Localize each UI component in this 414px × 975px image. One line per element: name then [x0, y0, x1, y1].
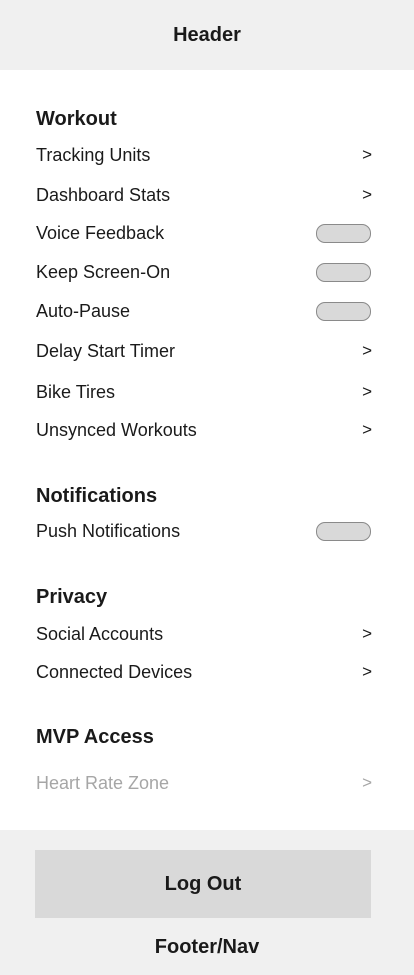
setting-bike-tires[interactable]: Bike Tires > [36, 380, 372, 404]
footer-bar: Log Out Footer/Nav [0, 830, 414, 975]
setting-label: Delay Start Timer [36, 340, 176, 361]
chevron-right-icon: > [362, 624, 372, 643]
setting-label: Dashboard Stats [36, 184, 171, 205]
setting-label: Social Accounts [36, 623, 164, 644]
section-title-privacy: Privacy [36, 586, 108, 608]
setting-label: Push Notifications [36, 520, 181, 541]
setting-tracking-units[interactable]: Tracking Units > [36, 143, 372, 167]
setting-label: Voice Feedback [36, 222, 165, 243]
voice-feedback-toggle[interactable] [316, 223, 371, 243]
setting-keep-screen-on: Keep Screen-On [36, 260, 372, 284]
keep-screen-on-toggle[interactable] [316, 262, 371, 282]
chevron-right-icon: > [362, 382, 372, 401]
setting-push-notifications: Push Notifications [36, 519, 372, 543]
auto-pause-toggle[interactable] [316, 301, 371, 321]
section-title-workout: Workout [36, 108, 117, 130]
chevron-right-icon: > [362, 341, 372, 360]
chevron-right-icon: > [362, 145, 372, 164]
setting-label: Unsynced Workouts [36, 419, 197, 440]
chevron-right-icon: > [362, 773, 372, 792]
setting-heart-rate-zone: Heart Rate Zone > [36, 771, 372, 795]
setting-label: Bike Tires [36, 381, 116, 402]
section-title-notifications: Notifications [36, 485, 158, 507]
setting-auto-pause: Auto-Pause [36, 299, 372, 323]
setting-label: Auto-Pause [36, 300, 131, 321]
chevron-right-icon: > [362, 185, 372, 204]
setting-connected-devices[interactable]: Connected Devices > [36, 660, 372, 684]
setting-voice-feedback: Voice Feedback [36, 221, 372, 245]
push-notifications-toggle[interactable] [316, 521, 371, 541]
setting-delay-start-timer[interactable]: Delay Start Timer > [36, 339, 372, 363]
setting-unsynced-workouts[interactable]: Unsynced Workouts > [36, 418, 372, 442]
chevron-right-icon: > [362, 420, 372, 439]
setting-label: Connected Devices [36, 661, 193, 682]
chevron-right-icon: > [362, 662, 372, 681]
setting-label: Heart Rate Zone [36, 772, 170, 793]
setting-social-accounts[interactable]: Social Accounts > [36, 622, 372, 646]
header-title: Header [173, 23, 241, 46]
section-title-mvp-access: MVP Access [36, 726, 154, 748]
setting-dashboard-stats[interactable]: Dashboard Stats > [36, 183, 372, 207]
header-bar: Header [0, 0, 414, 70]
log-out-button[interactable]: Log Out [35, 850, 371, 918]
footer-nav-label: Footer/Nav [154, 936, 260, 958]
setting-label: Tracking Units [36, 144, 151, 165]
setting-label: Keep Screen-On [36, 261, 171, 282]
